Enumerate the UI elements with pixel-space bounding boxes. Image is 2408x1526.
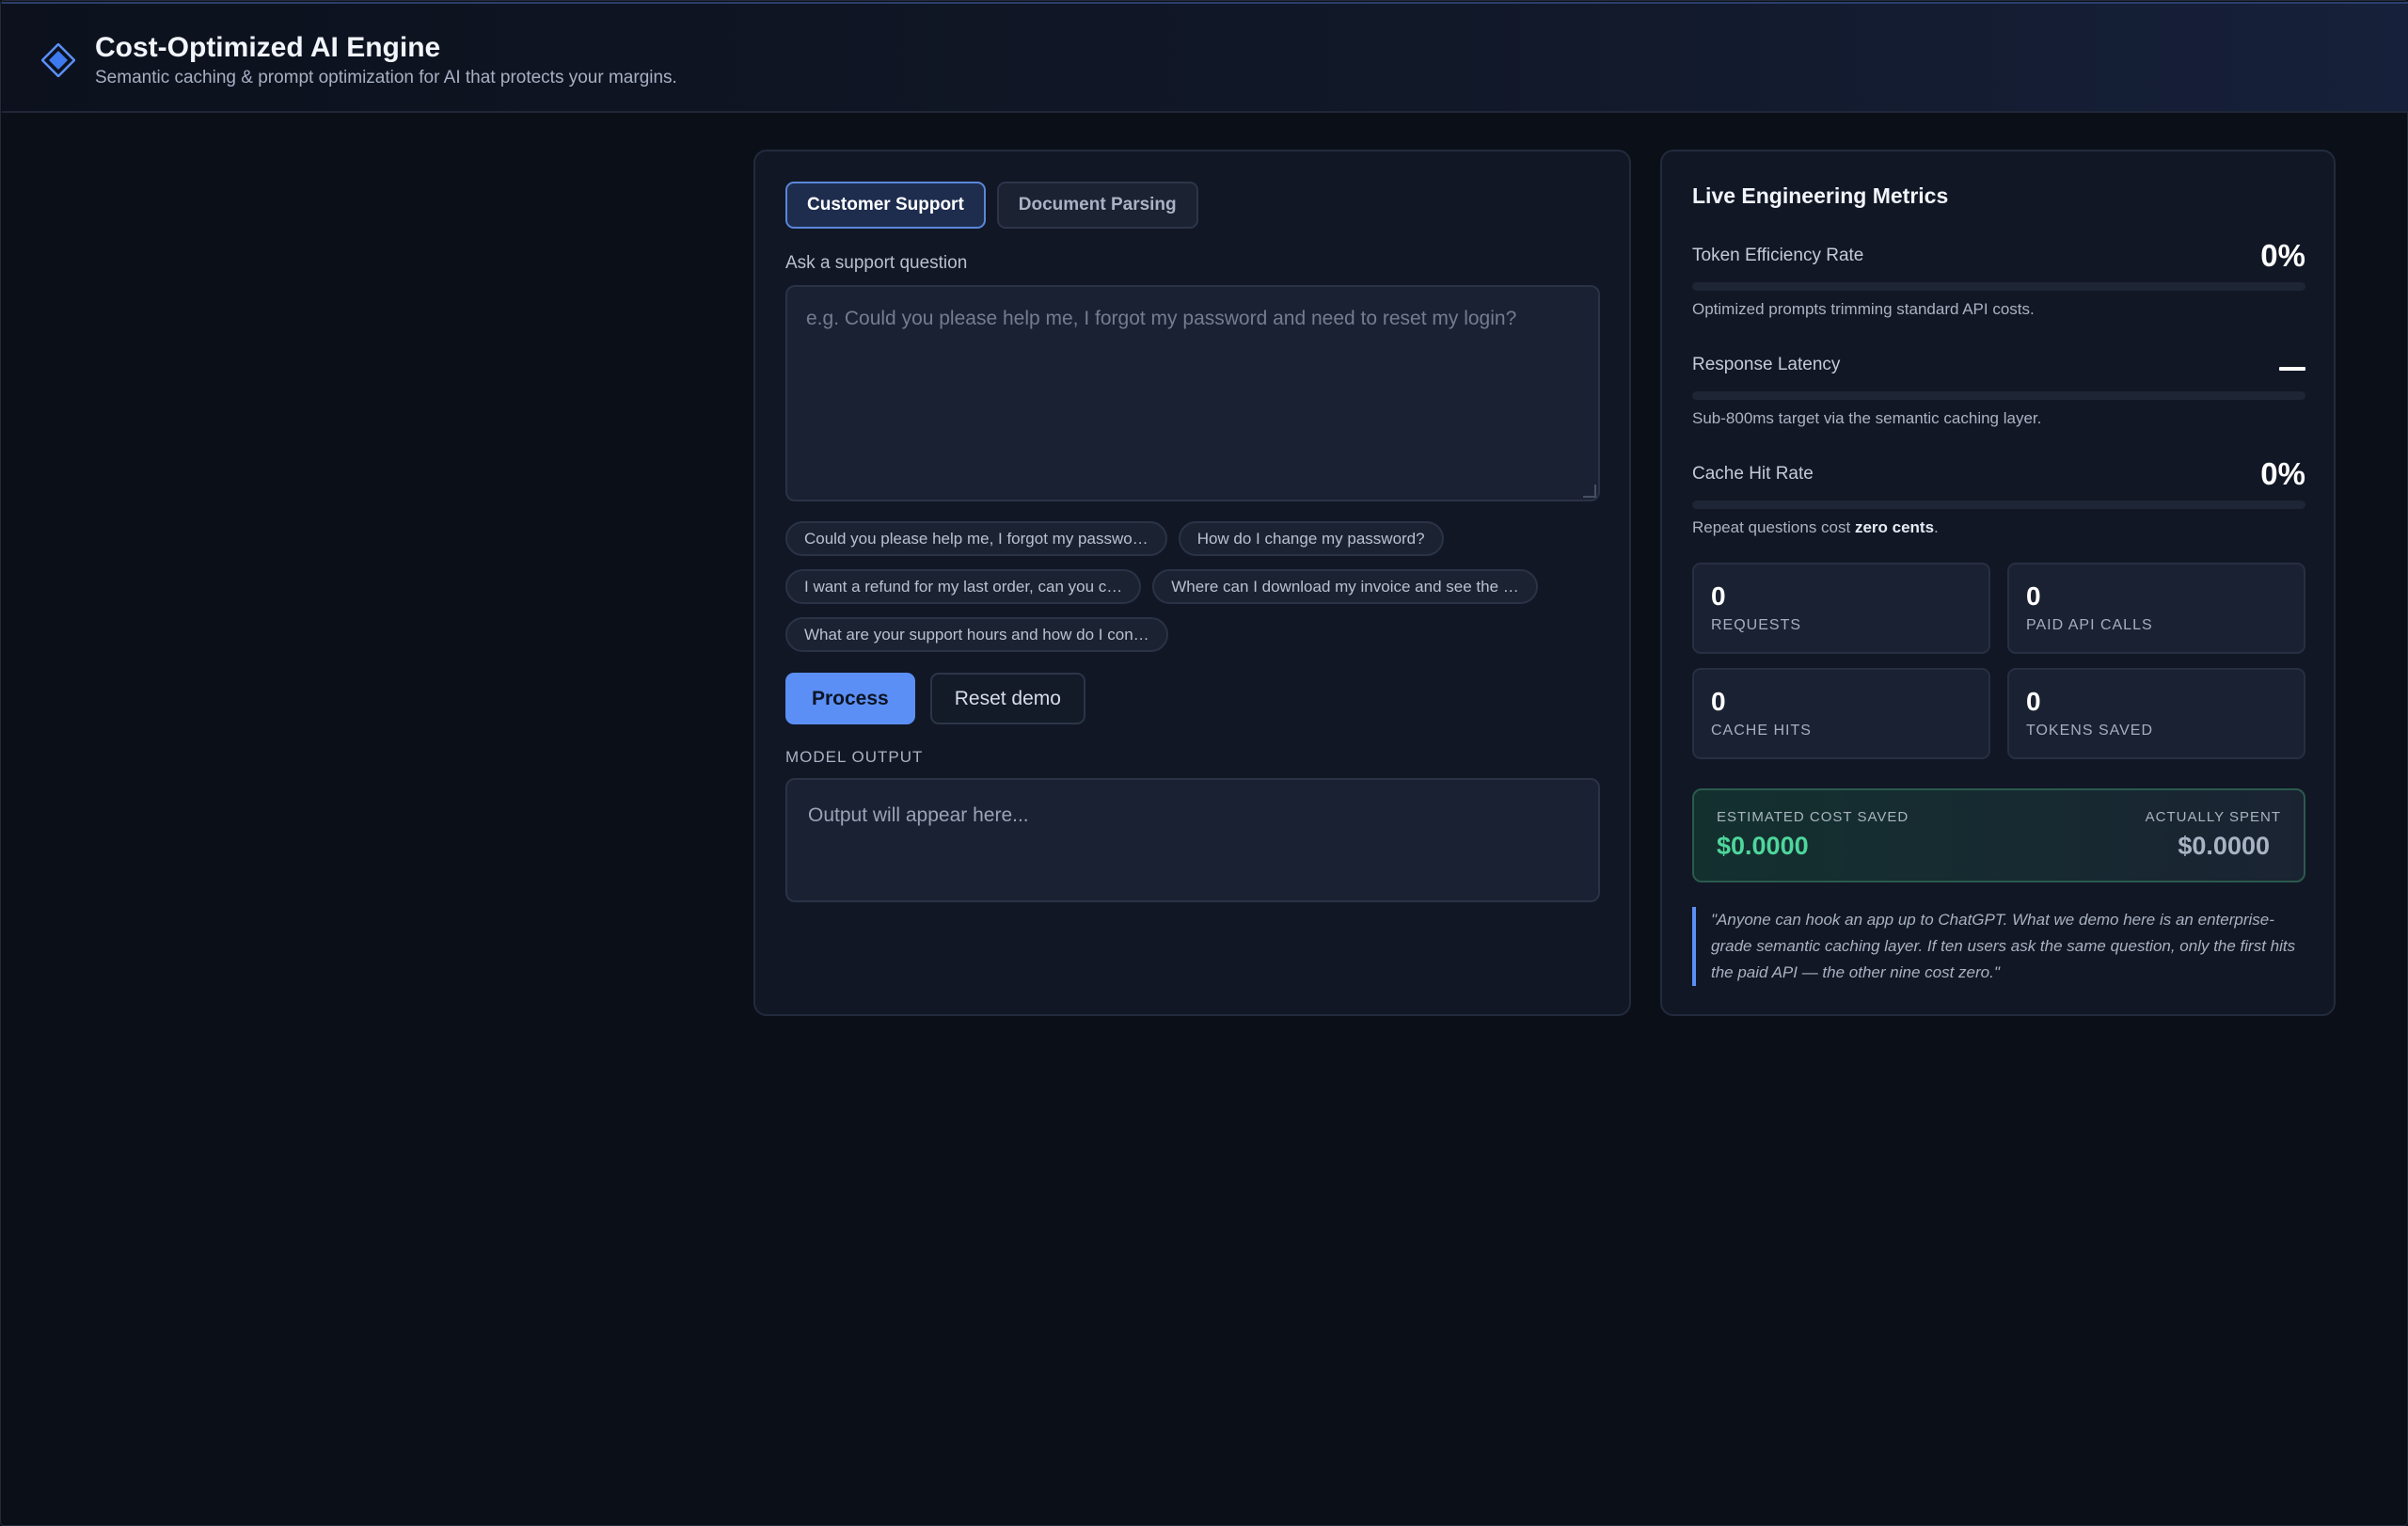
note-suffix: .	[1934, 518, 1939, 536]
app-subtitle: Semantic caching & prompt optimization f…	[95, 68, 677, 87]
stat-tokens-saved: 0 TOKENS SAVED	[2007, 668, 2305, 759]
stat-label: CACHE HITS	[1711, 723, 1812, 739]
cost-spent-label: ACTUALLY SPENT	[2145, 809, 2281, 825]
cost-summary: ESTIMATED COST SAVED $0.0000 ACTUALLY SP…	[1692, 788, 2305, 882]
metric-value-dash	[2279, 367, 2305, 371]
cost-saved-value: $0.0000	[1717, 832, 1809, 860]
process-button[interactable]: Process	[785, 673, 915, 724]
app-window: Cost-Optimized AI Engine Semantic cachin…	[0, 0, 2408, 1526]
pitch-quote: "Anyone can hook an app up to ChatGPT. W…	[1692, 907, 2305, 986]
app-header: Cost-Optimized AI Engine Semantic cachin…	[2, 2, 2408, 113]
cost-saved-label: ESTIMATED COST SAVED	[1717, 809, 1909, 825]
tab-customer-support[interactable]: Customer Support	[785, 182, 986, 229]
progress-bar	[1692, 391, 2305, 400]
tab-document-parsing[interactable]: Document Parsing	[996, 182, 1198, 229]
reset-demo-button[interactable]: Reset demo	[929, 673, 1085, 724]
metric-label: Token Efficiency Rate	[1692, 246, 1864, 265]
stat-label: TOKENS SAVED	[2026, 723, 2153, 739]
action-buttons: Process Reset demo	[785, 673, 1085, 724]
metrics-panel: Live Engineering Metrics Token Efficienc…	[1660, 150, 2336, 1016]
stat-requests: 0 REQUESTS	[1692, 563, 1990, 654]
question-input[interactable]	[785, 285, 1600, 501]
metric-value: 0%	[2260, 456, 2305, 491]
stat-label: PAID API CALLS	[2026, 617, 2153, 633]
query-panel: Customer Support Document Parsing Ask a …	[753, 150, 1631, 1016]
progress-bar	[1692, 501, 2305, 509]
suggestion-chip[interactable]: What are your support hours and how do I…	[785, 617, 1168, 652]
app-title: Cost-Optimized AI Engine	[95, 32, 441, 63]
metrics-title: Live Engineering Metrics	[1692, 183, 1949, 208]
suggestion-chips: Could you please help me, I forgot my pa…	[785, 521, 1613, 665]
note-prefix: Repeat questions cost	[1692, 518, 1855, 536]
suggestion-chip[interactable]: Could you please help me, I forgot my pa…	[785, 521, 1167, 556]
metric-label: Response Latency	[1692, 355, 1841, 374]
mode-tabs: Customer Support Document Parsing	[785, 182, 1198, 229]
metric-note: Optimized prompts trimming standard API …	[1692, 300, 2035, 318]
diamond-icon	[41, 43, 75, 77]
stat-value: 0	[1711, 581, 1726, 611]
question-label: Ask a support question	[785, 253, 968, 273]
suggestion-chip[interactable]: I want a refund for my last order, can y…	[785, 569, 1142, 604]
output-label: MODEL OUTPUT	[785, 748, 924, 766]
stat-value: 0	[2026, 581, 2041, 611]
progress-bar	[1692, 282, 2305, 291]
stat-grid: 0 REQUESTS 0 PAID API CALLS 0 CACHE HITS…	[1692, 563, 2305, 759]
metric-label: Cache Hit Rate	[1692, 464, 1814, 484]
stat-value: 0	[1711, 687, 1726, 716]
resize-handle[interactable]	[1583, 485, 1596, 498]
metric-note: Repeat questions cost zero cents.	[1692, 518, 1939, 537]
suggestion-chip[interactable]: Where can I download my invoice and see …	[1152, 569, 1538, 604]
metric-value: 0%	[2260, 238, 2305, 273]
suggestion-chip[interactable]: How do I change my password?	[1178, 521, 1444, 556]
stat-value: 0	[2026, 687, 2041, 716]
note-bold: zero cents	[1854, 518, 1935, 536]
stat-cache-hits: 0 CACHE HITS	[1692, 668, 1990, 759]
stat-paid-api-calls: 0 PAID API CALLS	[2007, 563, 2305, 654]
stat-label: REQUESTS	[1711, 617, 1802, 633]
metric-note: Sub-800ms target via the semantic cachin…	[1692, 409, 2042, 427]
cost-spent-value: $0.0000	[2178, 832, 2270, 860]
model-output: Output will appear here...	[785, 778, 1600, 902]
